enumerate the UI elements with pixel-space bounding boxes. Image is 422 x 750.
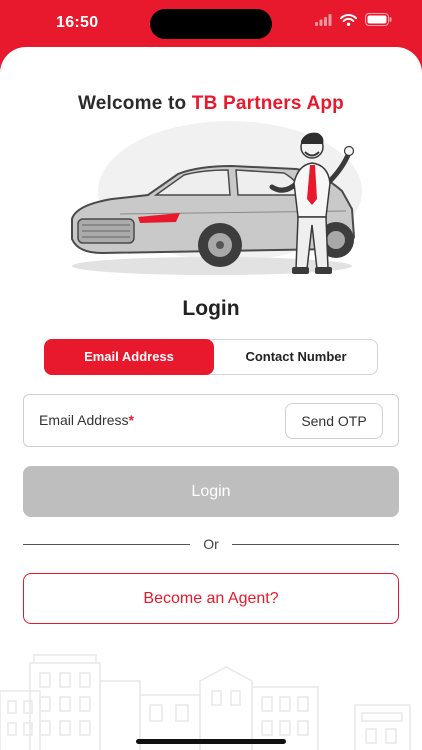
tab-contact-number[interactable]: Contact Number <box>215 339 377 375</box>
tab-email-address[interactable]: Email Address <box>44 339 214 375</box>
login-heading: Login <box>182 297 240 320</box>
required-asterisk: * <box>128 412 134 428</box>
status-icons <box>315 13 392 26</box>
welcome-title: Welcome to TB Partners App <box>0 93 422 115</box>
send-otp-button[interactable]: Send OTP <box>285 403 383 439</box>
become-agent-button[interactable]: Become an Agent? <box>23 573 399 624</box>
buildings-illustration <box>0 654 411 750</box>
signal-icon <box>315 13 332 26</box>
login-sheet: Welcome to TB Partners App Login Email A… <box>0 47 422 750</box>
app-name: TB Partners App <box>191 93 344 114</box>
battery-icon <box>365 13 392 26</box>
dynamic-island <box>150 9 272 39</box>
divider-right <box>232 544 399 545</box>
email-field-label: Email Address* <box>39 412 134 428</box>
welcome-prefix: Welcome to <box>78 93 192 114</box>
email-field[interactable]: Email Address* Send OTP <box>23 394 399 447</box>
email-label-text: Email Address <box>39 412 129 428</box>
login-method-tabs: Email Address Contact Number <box>44 339 378 375</box>
login-button[interactable]: Login <box>23 466 399 517</box>
status-bar: 16:50 <box>0 0 422 48</box>
wifi-icon <box>340 13 357 26</box>
car-and-businessman-illustration <box>71 121 362 275</box>
home-indicator[interactable] <box>136 739 286 744</box>
status-time: 16:50 <box>56 14 99 31</box>
